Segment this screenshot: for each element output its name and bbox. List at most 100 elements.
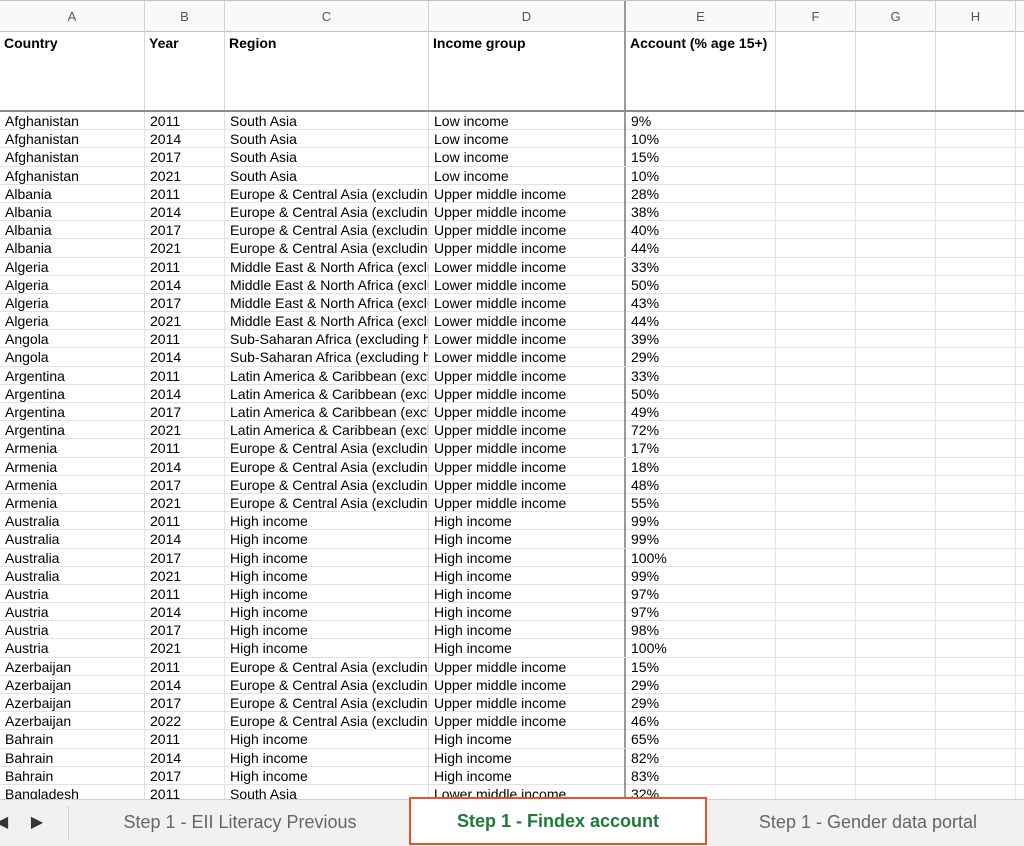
empty-cell[interactable] <box>776 348 856 367</box>
empty-cell[interactable] <box>936 366 1016 385</box>
cell-region[interactable]: High income <box>225 766 429 785</box>
cell-income-group[interactable]: High income <box>429 566 626 585</box>
cell-country[interactable]: Azerbaijan <box>0 712 145 731</box>
cell-account[interactable]: 99% <box>626 566 776 585</box>
empty-cell[interactable] <box>776 239 856 258</box>
cell-country[interactable]: Austria <box>0 639 145 658</box>
empty-cell[interactable] <box>776 257 856 276</box>
empty-cell[interactable] <box>936 512 1016 531</box>
header-cell-h[interactable] <box>936 32 1016 110</box>
cell-region[interactable]: Sub-Saharan Africa (excluding high incom… <box>225 330 429 349</box>
cell-income-group[interactable]: Low income <box>429 130 626 149</box>
empty-cell[interactable] <box>776 457 856 476</box>
cell-region[interactable]: South Asia <box>225 784 429 799</box>
cell-year[interactable]: 2017 <box>145 293 225 312</box>
column-header-h[interactable]: H <box>936 1 1016 32</box>
cell-account[interactable]: 100% <box>626 548 776 567</box>
cell-income-group[interactable]: Upper middle income <box>429 475 626 494</box>
cell-account[interactable]: 46% <box>626 712 776 731</box>
empty-cell[interactable] <box>776 675 856 694</box>
cell-year[interactable]: 2011 <box>145 730 225 749</box>
empty-cell[interactable] <box>936 566 1016 585</box>
cell-income-group[interactable]: Lower middle income <box>429 275 626 294</box>
cell-country[interactable]: Armenia <box>0 457 145 476</box>
cell-year[interactable]: 2011 <box>145 657 225 676</box>
empty-cell[interactable] <box>856 475 936 494</box>
cell-year[interactable]: 2011 <box>145 784 225 799</box>
column-header-d[interactable]: D <box>429 1 626 32</box>
cell-country[interactable]: Algeria <box>0 293 145 312</box>
cell-region[interactable]: High income <box>225 530 429 549</box>
cell-account[interactable]: 29% <box>626 348 776 367</box>
cell-region[interactable]: High income <box>225 548 429 567</box>
empty-cell[interactable] <box>776 493 856 512</box>
cell-account[interactable]: 33% <box>626 257 776 276</box>
empty-cell[interactable] <box>776 766 856 785</box>
empty-cell[interactable] <box>776 657 856 676</box>
cell-country[interactable]: Armenia <box>0 493 145 512</box>
cell-region[interactable]: South Asia <box>225 112 429 130</box>
empty-cell[interactable] <box>776 512 856 531</box>
cell-income-group[interactable]: High income <box>429 584 626 603</box>
column-header-e[interactable]: E <box>626 1 776 32</box>
cell-country[interactable]: Angola <box>0 348 145 367</box>
empty-cell[interactable] <box>856 421 936 440</box>
cell-account[interactable]: 29% <box>626 694 776 712</box>
empty-cell[interactable] <box>856 439 936 458</box>
cell-account[interactable]: 38% <box>626 202 776 221</box>
cell-income-group[interactable]: High income <box>429 730 626 749</box>
cell-account[interactable]: 44% <box>626 312 776 331</box>
cell-year[interactable]: 2017 <box>145 221 225 240</box>
empty-cell[interactable] <box>776 421 856 440</box>
empty-cell[interactable] <box>936 712 1016 731</box>
cell-year[interactable]: 2017 <box>145 148 225 167</box>
empty-cell[interactable] <box>856 748 936 767</box>
empty-cell[interactable] <box>856 766 936 785</box>
cell-income-group[interactable]: Upper middle income <box>429 675 626 694</box>
tab-findex-account[interactable]: Step 1 - Findex account <box>409 797 707 845</box>
cell-account[interactable]: 82% <box>626 748 776 767</box>
empty-cell[interactable] <box>776 621 856 640</box>
cell-income-group[interactable]: Upper middle income <box>429 421 626 440</box>
cell-country[interactable]: Austria <box>0 603 145 622</box>
cell-income-group[interactable]: Lower middle income <box>429 312 626 331</box>
cell-country[interactable]: Albania <box>0 202 145 221</box>
cell-income-group[interactable]: Lower middle income <box>429 330 626 349</box>
empty-cell[interactable] <box>936 493 1016 512</box>
cell-year[interactable]: 2021 <box>145 639 225 658</box>
cell-income-group[interactable]: Upper middle income <box>429 712 626 731</box>
empty-cell[interactable] <box>776 148 856 167</box>
cell-income-group[interactable]: Upper middle income <box>429 202 626 221</box>
cell-region[interactable]: South Asia <box>225 148 429 167</box>
cell-country[interactable]: Armenia <box>0 475 145 494</box>
cell-region[interactable]: Europe & Central Asia (excluding high in… <box>225 439 429 458</box>
cell-region[interactable]: Europe & Central Asia (excluding high in… <box>225 184 429 203</box>
empty-cell[interactable] <box>856 130 936 149</box>
cell-year[interactable]: 2017 <box>145 475 225 494</box>
cell-region[interactable]: Middle East & North Africa (excluding hi… <box>225 275 429 294</box>
cell-income-group[interactable]: High income <box>429 621 626 640</box>
cell-year[interactable]: 2014 <box>145 130 225 149</box>
cell-region[interactable]: Latin America & Caribbean (excluding hig… <box>225 421 429 440</box>
cell-account[interactable]: 39% <box>626 330 776 349</box>
empty-cell[interactable] <box>776 439 856 458</box>
empty-cell[interactable] <box>776 475 856 494</box>
cell-country[interactable]: Australia <box>0 548 145 567</box>
empty-cell[interactable] <box>936 675 1016 694</box>
cell-year[interactable]: 2011 <box>145 366 225 385</box>
empty-cell[interactable] <box>856 148 936 167</box>
column-header-f[interactable]: F <box>776 1 856 32</box>
cell-region[interactable]: Europe & Central Asia (excluding high in… <box>225 221 429 240</box>
cell-region[interactable]: Latin America & Caribbean (excluding hig… <box>225 403 429 421</box>
cell-region[interactable]: Europe & Central Asia (excluding high in… <box>225 475 429 494</box>
cell-country[interactable]: Australia <box>0 566 145 585</box>
empty-cell[interactable] <box>936 202 1016 221</box>
cell-region[interactable]: Europe & Central Asia (excluding high in… <box>225 239 429 258</box>
cell-account[interactable]: 48% <box>626 475 776 494</box>
cell-account[interactable]: 33% <box>626 366 776 385</box>
cell-year[interactable]: 2011 <box>145 112 225 130</box>
cell-income-group[interactable]: High income <box>429 548 626 567</box>
cell-year[interactable]: 2014 <box>145 675 225 694</box>
cell-country[interactable]: Albania <box>0 184 145 203</box>
empty-cell[interactable] <box>936 766 1016 785</box>
